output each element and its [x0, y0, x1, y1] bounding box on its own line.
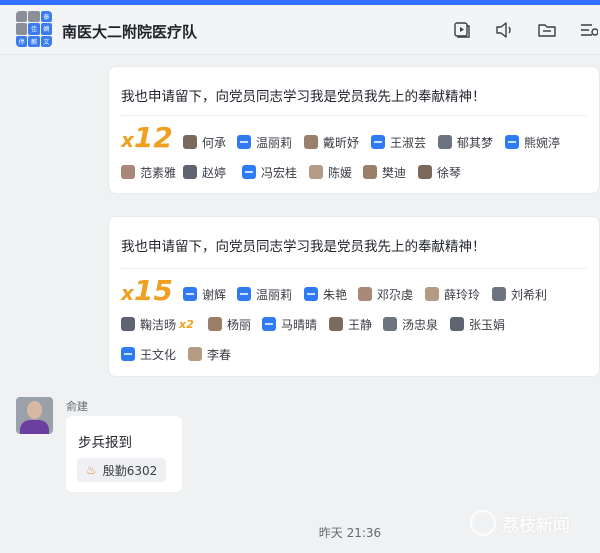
reaction-chip[interactable]: ♨ 殷勤6302	[77, 458, 167, 482]
reactor-name[interactable]: 王文化	[121, 346, 176, 362]
avatar	[304, 135, 318, 149]
group-avatar-cell	[28, 11, 40, 23]
reaction-label: 殷勤6302	[102, 463, 158, 478]
avatar-head	[27, 401, 42, 419]
folder-icon[interactable]	[537, 20, 557, 40]
reactor-name[interactable]: 薛玲玲	[425, 286, 480, 302]
avatar	[262, 317, 276, 331]
group-avatar-cell	[16, 11, 28, 23]
sender-name: 俞建	[66, 400, 88, 413]
avatar	[425, 287, 439, 301]
avatar	[121, 165, 135, 179]
bow-emoji-icon: ♨	[86, 463, 97, 477]
group-avatar-cell: 停	[16, 35, 28, 47]
announcement-icon[interactable]	[494, 20, 514, 40]
avatar	[438, 135, 452, 149]
avatar	[309, 165, 323, 179]
reaction-count: x15	[121, 274, 173, 307]
avatar	[237, 287, 251, 301]
reactor-name[interactable]: 鞠洁旸 x2	[121, 316, 194, 332]
reactor-name[interactable]: 范素雅	[121, 164, 176, 180]
message-bubble[interactable]: 步兵报到 ♨ 殷勤6302	[66, 416, 182, 492]
video-call-icon[interactable]	[452, 20, 472, 40]
reactor-name[interactable]: 汤忠泉	[383, 316, 438, 332]
group-avatar-cell: 麒	[28, 35, 40, 47]
avatar	[505, 135, 519, 149]
avatar	[329, 317, 343, 331]
reactor-name[interactable]: 邓尕虔	[358, 286, 413, 302]
reactor-name[interactable]: 樊迪	[363, 164, 406, 180]
avatar	[383, 317, 397, 331]
card-divider	[121, 115, 587, 116]
reactor-name[interactable]: 谢辉	[183, 286, 226, 302]
chat-title: 南医大二附院医疗队	[62, 23, 198, 41]
reactor-name[interactable]: 熊婉渟	[505, 134, 560, 150]
reactor-name[interactable]: 温丽莉	[237, 286, 292, 302]
more-icon[interactable]	[578, 20, 598, 40]
reactor-name[interactable]: 冯宏桂	[242, 164, 297, 180]
avatar	[208, 317, 222, 331]
reactor-name[interactable]: 徐琴	[418, 164, 461, 180]
avatar	[363, 165, 377, 179]
card-text: 我也申请留下，向党员同志学习我是党员我先上的奉献精神！	[121, 89, 486, 105]
group-avatar-cell: 嫡	[40, 23, 52, 35]
reactor-name[interactable]: 王静	[329, 316, 372, 332]
watermark: 荔枝新闻	[470, 510, 570, 536]
reactor-name[interactable]: 刘希利	[492, 286, 547, 302]
reaction-card: 我也申请留下，向党员同志学习我是党员我先上的奉献精神！ x15 谢辉 温丽莉 朱…	[108, 216, 600, 377]
reactor-name[interactable]: 王淑芸	[371, 134, 426, 150]
reactor-name[interactable]: 朱艳	[304, 286, 347, 302]
avatar	[188, 347, 202, 361]
avatar	[121, 317, 135, 331]
avatar	[121, 347, 135, 361]
card-text: 我也申请留下，向党员同志学习我是党员我先上的奉献精神！	[121, 239, 486, 255]
reactor-name[interactable]: 杨丽	[208, 316, 251, 332]
avatar	[304, 287, 318, 301]
avatar	[242, 165, 256, 179]
avatar	[358, 287, 372, 301]
reactor-name[interactable]: 陈媛	[309, 164, 352, 180]
avatar	[183, 135, 197, 149]
message-text: 步兵报到	[78, 435, 132, 451]
group-avatar-cell: 佳	[28, 23, 40, 35]
reactor-name[interactable]: 赵婷	[183, 164, 226, 180]
user-avatar[interactable]	[16, 397, 53, 434]
card-divider	[121, 268, 587, 269]
avatar	[371, 135, 385, 149]
reaction-count: x12	[121, 121, 173, 154]
watermark-logo-icon	[470, 510, 496, 536]
reactor-name[interactable]: 郁其梦	[438, 134, 493, 150]
avatar	[237, 135, 251, 149]
avatar	[183, 165, 197, 179]
group-avatar-cell: 文	[40, 35, 52, 47]
group-avatar[interactable]: 泰 佳 嫡 停 麒 文	[16, 11, 52, 47]
avatar	[450, 317, 464, 331]
avatar	[418, 165, 432, 179]
reactor-name[interactable]: 张玉娟	[450, 316, 505, 332]
avatar	[183, 287, 197, 301]
avatar	[492, 287, 506, 301]
reactor-name[interactable]: 戴昕妤	[304, 134, 359, 150]
reactor-name[interactable]: 何承	[183, 134, 226, 150]
reaction-card: 我也申请留下，向党员同志学习我是党员我先上的奉献精神！ x12 何承 温丽莉 戴…	[108, 66, 600, 194]
chat-header: 泰 佳 嫡 停 麒 文 南医大二附院医疗队	[0, 5, 600, 55]
reactor-name[interactable]: 马晴晴	[262, 316, 317, 332]
avatar-body	[20, 420, 49, 434]
group-avatar-cell	[16, 23, 28, 35]
reactor-name[interactable]: 温丽莉	[237, 134, 292, 150]
group-avatar-cell: 泰	[40, 11, 52, 23]
reactor-name[interactable]: 李春	[188, 346, 231, 362]
